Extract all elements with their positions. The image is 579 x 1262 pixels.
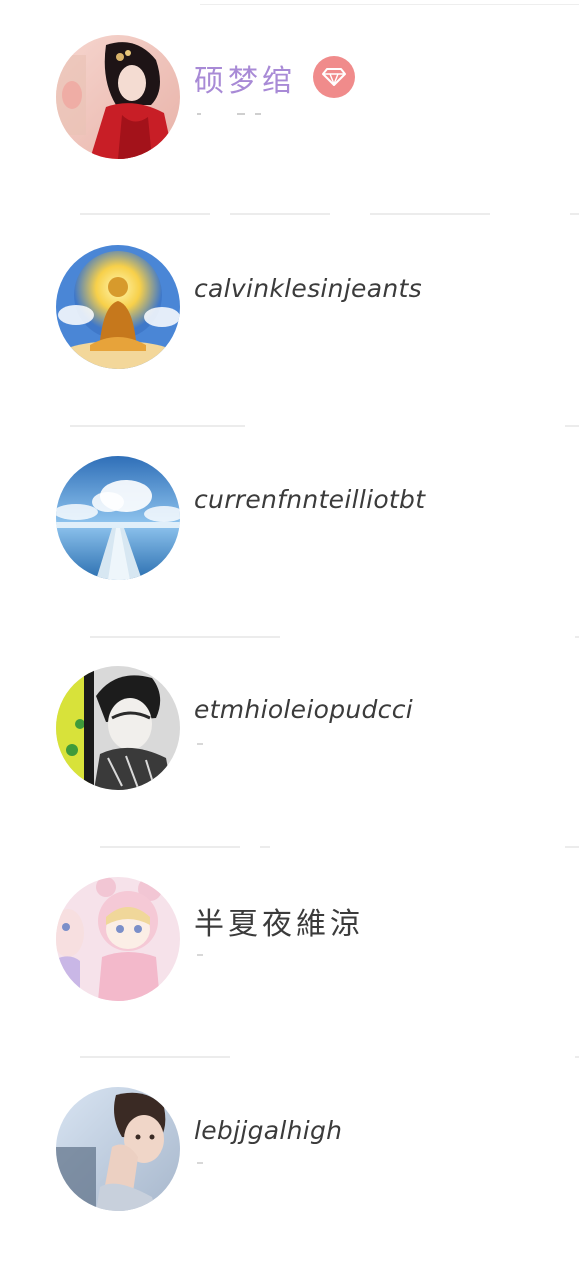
avatar-image	[56, 456, 180, 580]
avatar[interactable]	[56, 245, 180, 369]
diamond-icon	[322, 68, 346, 86]
username[interactable]: calvinklesinjeants	[194, 274, 422, 303]
vip-badge[interactable]	[313, 56, 355, 98]
avatar[interactable]	[56, 1087, 180, 1211]
avatar[interactable]	[56, 877, 180, 1001]
user-row[interactable]: lebjjgalhigh	[0, 1052, 579, 1262]
user-list: 硕梦绾 calvinklesinjeants currenfnnteilliot…	[0, 0, 579, 1252]
avatar-image	[56, 877, 180, 1001]
user-subtitle	[197, 954, 203, 956]
avatar-image	[56, 245, 180, 369]
user-subtitle	[197, 113, 265, 115]
user-row[interactable]: etmhioleiopudcci	[0, 631, 579, 848]
user-row[interactable]: calvinklesinjeants	[0, 210, 579, 427]
username[interactable]: etmhioleiopudcci	[194, 695, 413, 724]
avatar-image	[56, 35, 180, 159]
user-row[interactable]: 硕梦绾	[0, 0, 579, 215]
avatar-image	[56, 666, 180, 790]
avatar[interactable]	[56, 666, 180, 790]
username[interactable]: 半夏夜維涼	[194, 899, 364, 943]
user-row[interactable]: currenfnnteilliotbt	[0, 421, 579, 638]
avatar-image	[56, 1087, 180, 1211]
user-subtitle	[197, 743, 203, 745]
username[interactable]: lebjjgalhigh	[194, 1116, 342, 1145]
user-row[interactable]: 半夏夜維涼	[0, 842, 579, 1058]
username[interactable]: currenfnnteilliotbt	[194, 485, 425, 514]
user-subtitle	[197, 1162, 203, 1164]
avatar[interactable]	[56, 456, 180, 580]
avatar[interactable]	[56, 35, 180, 159]
username[interactable]: 硕梦绾	[194, 56, 296, 100]
